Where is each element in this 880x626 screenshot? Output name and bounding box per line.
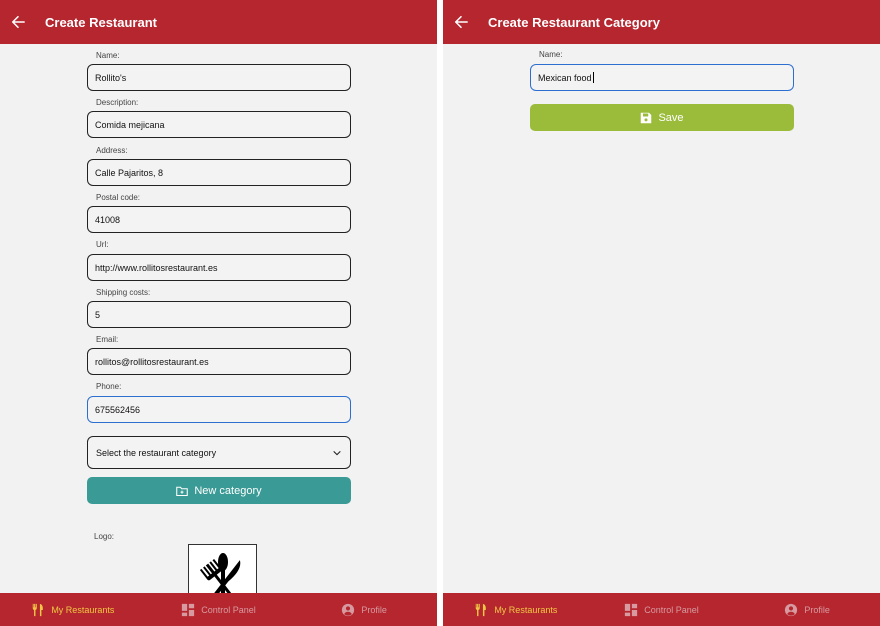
create-restaurant-screen: Create Restaurant Name: Rollito's Descri… [0,0,437,626]
address-label: Address: [96,146,128,155]
text-caret [592,72,594,83]
bottom-tabbar: My Restaurants Control Panel Profile [0,593,437,626]
name-input[interactable]: Rollito's [87,64,351,91]
category-name-label: Name: [539,50,563,59]
chevron-down-icon [333,450,341,455]
description-label: Description: [96,98,139,107]
tab-label: Profile [361,604,387,615]
tab-label: My Restaurants [494,604,558,615]
phone-input[interactable]: 675562456 [87,396,351,423]
tab-label: Control Panel [644,604,699,615]
tab-profile[interactable]: Profile [291,603,437,617]
tab-my-restaurants[interactable]: My Restaurants [443,603,589,617]
tab-my-restaurants[interactable]: My Restaurants [0,603,146,617]
logo-image[interactable] [188,544,257,593]
category-select[interactable]: Select the restaurant category [87,436,351,469]
arrow-left-icon [11,15,25,29]
tab-label: Profile [804,604,830,615]
new-category-button[interactable]: New category [87,477,351,504]
user-circle-icon [785,603,798,616]
back-button[interactable] [0,0,36,44]
bottom-tabbar: My Restaurants Control Panel Profile [443,593,880,626]
cutlery-logo-icon [199,553,241,593]
tab-label: Control Panel [201,604,256,615]
header: Create Restaurant Category [443,0,880,44]
postal-code-label: Postal code: [96,193,141,202]
category-name-input[interactable]: Mexican food [530,64,794,91]
tab-label: My Restaurants [51,604,115,615]
floppy-disk-icon [641,112,652,123]
save-button[interactable]: Save [530,104,794,131]
cutlery-icon [33,603,44,616]
email-label: Email: [96,335,119,344]
category-select-label: Select the restaurant category [96,447,217,458]
arrow-left-icon [454,15,468,29]
address-input[interactable]: Calle Pajaritos, 8 [87,159,351,186]
logo-label: Logo: [94,532,115,541]
url-input[interactable]: http://www.rollitosrestaurant.es [87,254,351,281]
shipping-costs-label: Shipping costs: [96,288,151,297]
save-button-label: Save [658,111,684,124]
new-category-button-label: New category [194,484,262,497]
dashboard-icon [625,603,638,616]
shipping-costs-input[interactable]: 5 [87,301,351,328]
postal-code-input[interactable]: 41008 [87,206,351,233]
email-input[interactable]: rollitos@rollitosrestaurant.es [87,348,351,375]
page-title: Create Restaurant [45,14,157,30]
form: Name: Rollito's Description: Comida meji… [0,44,437,593]
url-label: Url: [96,240,109,249]
tab-control-panel[interactable]: Control Panel [146,603,292,617]
back-button[interactable] [443,0,479,44]
page-title: Create Restaurant Category [488,14,660,30]
tab-control-panel[interactable]: Control Panel [589,603,735,617]
user-circle-icon [342,603,355,616]
phone-label: Phone: [96,382,122,391]
cutlery-icon [476,603,487,616]
folder-plus-icon [176,486,189,496]
name-label: Name: [96,51,120,60]
category-name-value: Mexican food [538,72,592,83]
form: Name: Mexican food Save [443,44,880,593]
tab-profile[interactable]: Profile [734,603,880,617]
dashboard-icon [182,603,195,616]
description-input[interactable]: Comida mejicana [87,111,351,138]
create-category-screen: Create Restaurant Category Name: Mexican… [443,0,880,626]
header: Create Restaurant [0,0,437,44]
